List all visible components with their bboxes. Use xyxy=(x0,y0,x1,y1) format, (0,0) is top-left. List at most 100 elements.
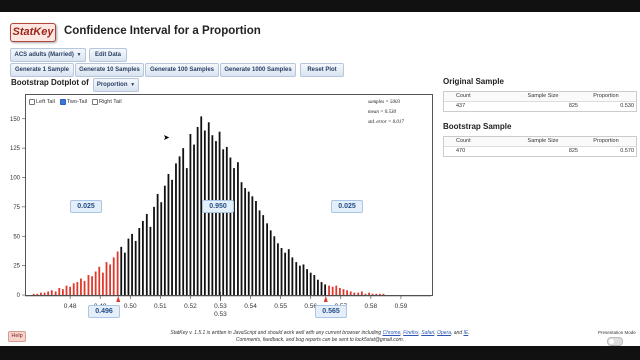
dotplot-column xyxy=(149,226,152,295)
left-tail-label: Left Tail xyxy=(36,99,55,105)
dotplot-column xyxy=(324,284,327,295)
table-row: 437 825 0.530 xyxy=(444,102,636,111)
dotplot-column xyxy=(98,266,101,295)
dotplot-column xyxy=(302,264,305,295)
dotplot-column xyxy=(120,246,123,295)
dotplot-column xyxy=(338,287,341,295)
dotplot-column xyxy=(364,293,367,295)
dotplot-column xyxy=(72,283,75,295)
dotplot-column xyxy=(346,290,348,295)
header-sample-size: Sample Size xyxy=(527,93,559,99)
x-tick-label: 0.59 xyxy=(395,303,408,310)
x-tick-label: 0.51 xyxy=(154,303,167,310)
dotplot-column xyxy=(141,220,144,295)
dotplot-column xyxy=(320,282,323,295)
ie-link[interactable]: IE xyxy=(464,330,469,336)
left-tail-option[interactable]: Left Tail xyxy=(29,99,55,105)
right-tail-proportion[interactable]: 0.025 xyxy=(331,200,363,213)
y-tick-label: 125 xyxy=(10,146,21,152)
dotplot-column xyxy=(317,279,319,295)
dotplot-column xyxy=(291,257,294,295)
dotplot-column xyxy=(211,135,214,295)
center-proportion[interactable]: 0.950 xyxy=(202,200,234,213)
dotplot-column xyxy=(109,264,112,295)
dotplot-column xyxy=(368,292,370,295)
dotplot-column xyxy=(225,146,228,295)
dotplot-column xyxy=(167,173,170,295)
right-tail-option[interactable]: Right Tail xyxy=(92,99,122,105)
chrome-link[interactable]: Chrome xyxy=(383,330,401,336)
dotplot-column xyxy=(360,291,363,295)
dotplot-column xyxy=(349,291,352,295)
x-tick-label: 0.55 xyxy=(274,303,287,310)
x-tick-label: 0.50 xyxy=(124,303,137,310)
y-tick-label: 150 xyxy=(10,117,21,123)
footer-and: and xyxy=(453,330,463,336)
dotplot-column xyxy=(65,285,68,295)
dotplot-column xyxy=(47,291,50,295)
dotplot-column xyxy=(182,148,185,296)
two-tail-checkbox[interactable] xyxy=(59,99,66,105)
dotplot-column xyxy=(247,191,250,295)
y-tick-label: 0 xyxy=(17,293,21,299)
dotplot-column xyxy=(87,275,90,295)
left-tail-checkbox[interactable] xyxy=(29,99,35,105)
dotplot-column xyxy=(233,168,235,295)
cutoff-handle[interactable] xyxy=(323,296,328,302)
original-sample-table: Count Sample Size Proportion 437 825 0.5… xyxy=(443,91,637,112)
dotplot-column xyxy=(83,280,86,295)
presentation-mode-label: Presentation Mode xyxy=(598,330,636,335)
dotplot-column xyxy=(80,278,82,295)
dotplot-column xyxy=(40,292,42,295)
right-tail-checkbox[interactable] xyxy=(92,99,99,105)
dotplot-column xyxy=(43,292,46,295)
x-tick-label: 0.58 xyxy=(365,303,378,310)
safari-link[interactable]: Safari xyxy=(421,330,434,336)
dotplot-column xyxy=(269,230,272,296)
dotplot-column xyxy=(131,233,133,295)
sample-stats: samples = 5003 mean = 0.530 std. error =… xyxy=(368,98,404,128)
header-count: Count xyxy=(456,93,471,99)
dotplot-column xyxy=(309,272,312,295)
mouse-cursor-icon: ➤ xyxy=(163,133,170,142)
dotplot-column xyxy=(36,293,39,295)
x-tick-label: 0.48 xyxy=(64,303,77,310)
dotplot-column xyxy=(76,282,79,295)
two-tail-option[interactable]: Two-Tail xyxy=(59,99,87,105)
stat-samples: samples = 5003 xyxy=(368,100,400,105)
header-proportion: Proportion xyxy=(593,138,619,144)
left-tail-proportion[interactable]: 0.025 xyxy=(70,200,102,213)
dotplot-column xyxy=(175,163,177,295)
presentation-mode-toggle[interactable] xyxy=(607,337,623,346)
dotplot-column xyxy=(284,252,287,295)
dotplot-column xyxy=(61,289,64,296)
dotplot-column xyxy=(105,262,108,295)
dotplot-column xyxy=(258,210,261,295)
dotplot-column xyxy=(244,188,247,295)
center-marker-label: 0.53 xyxy=(214,311,227,318)
dotplot-column xyxy=(335,285,338,295)
bootstrap-dotplot: 0255075100125150 0.480.490.500.510.520.5… xyxy=(10,116,431,318)
cell-count: 470 xyxy=(456,148,466,154)
firefox-link[interactable]: Firefox xyxy=(403,330,418,336)
cell-count: 437 xyxy=(456,103,466,109)
lower-cutoff-value[interactable]: 0.496 xyxy=(88,305,120,318)
upper-cutoff-value[interactable]: 0.565 xyxy=(315,305,347,318)
cutoff-handle[interactable] xyxy=(116,296,121,302)
dotplot-column xyxy=(378,293,381,295)
y-tick-label: 75 xyxy=(13,205,20,211)
dotplot-column xyxy=(251,196,254,295)
dotplot-column xyxy=(237,162,239,295)
dotplot-column xyxy=(156,193,159,295)
stat-std-error: std. error = 0.017 xyxy=(368,120,404,125)
dotplot-column xyxy=(101,272,104,295)
dotplot-column xyxy=(127,238,130,295)
dotplot-column xyxy=(138,228,141,295)
dotplot-column xyxy=(382,293,385,295)
dotplot-column xyxy=(215,141,217,295)
dotplot-column xyxy=(342,289,345,296)
opera-link[interactable]: Opera xyxy=(437,330,451,336)
dotplot-column xyxy=(375,293,378,295)
y-axis: 0 25 50 75 100 125 150 xyxy=(10,117,25,299)
x-tick-label: 0.52 xyxy=(184,303,197,310)
